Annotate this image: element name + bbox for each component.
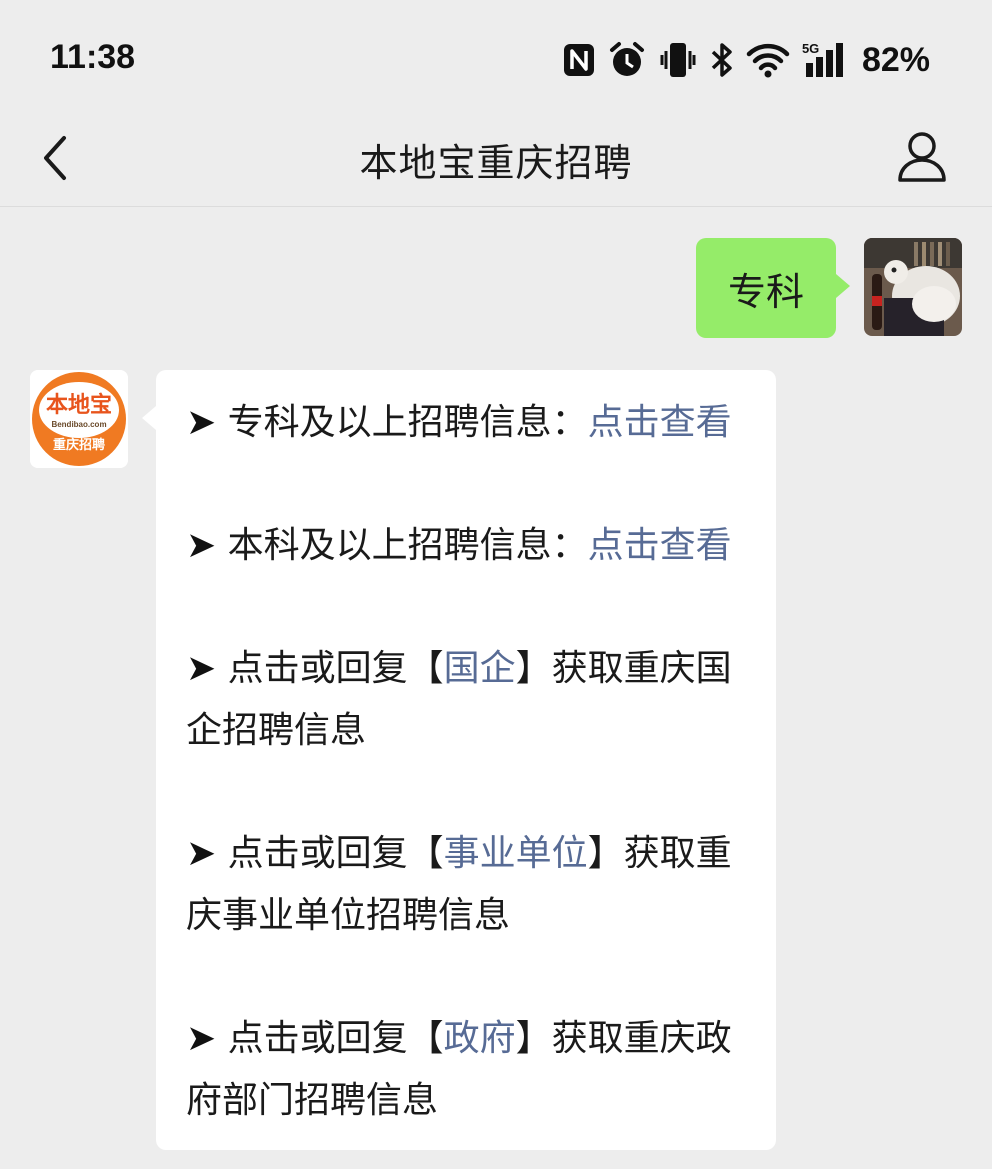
- logo-sub-text: 重庆招聘: [53, 437, 105, 453]
- received-message-row: 本地宝 Bendibao.com 重庆招聘 ➤ 专科及以上招聘信息：点击查看 ➤…: [30, 370, 776, 1150]
- message-item-text: 点击或回复【: [227, 648, 444, 689]
- message-item-text: 专科及以上招聘信息：: [227, 402, 588, 443]
- zhengfu-link[interactable]: 政府: [444, 1018, 516, 1059]
- cellular-signal-icon: 5G: [802, 41, 848, 79]
- guoqi-link[interactable]: 国企: [444, 648, 516, 689]
- status-time: 11:38: [50, 38, 136, 76]
- sent-message-text: 专科: [727, 269, 804, 314]
- battery-level: 82%: [861, 40, 930, 79]
- view-link[interactable]: 点击查看: [588, 402, 732, 443]
- shiye-danwei-link[interactable]: 事业单位: [444, 833, 588, 874]
- arrow-icon: ➤: [186, 525, 217, 566]
- message-item-text: 点击或回复【: [227, 833, 444, 874]
- view-link[interactable]: 点击查看: [588, 525, 732, 566]
- nfc-icon: [563, 44, 594, 76]
- nav-bar: 本地宝重庆招聘: [0, 110, 992, 207]
- received-message-bubble: ➤ 专科及以上招聘信息：点击查看 ➤ 本科及以上招聘信息：点击查看 ➤ 点击或回…: [142, 370, 776, 1150]
- message-item-benke: ➤ 本科及以上招聘信息：点击查看: [186, 515, 746, 577]
- arrow-icon: ➤: [186, 833, 217, 874]
- arrow-icon: ➤: [186, 1018, 217, 1059]
- message-item-guoqi: ➤ 点击或回复【国企】获取重庆国企招聘信息: [186, 638, 746, 762]
- bendibao-logo-icon: 本地宝 Bendibao.com 重庆招聘: [30, 370, 128, 468]
- bendibao-avatar[interactable]: 本地宝 Bendibao.com 重庆招聘: [30, 370, 128, 468]
- message-item-text: 本科及以上招聘信息：: [227, 525, 588, 566]
- wifi-icon: [746, 43, 790, 78]
- message-item-text: 点击或回复【: [227, 1018, 444, 1059]
- chat-title: 本地宝重庆招聘: [359, 141, 633, 185]
- logo-url-text: Bendibao.com: [51, 420, 106, 429]
- user-avatar-image: [864, 238, 962, 336]
- status-icons: 5G 82%: [562, 38, 930, 82]
- arrow-icon: ➤: [186, 402, 217, 443]
- vibrate-icon: [660, 43, 696, 77]
- message-item-shiye: ➤ 点击或回复【事业单位】获取重庆事业单位招聘信息: [186, 823, 746, 947]
- bluetooth-icon: [711, 43, 732, 77]
- user-avatar[interactable]: [864, 238, 962, 336]
- sent-message-bubble[interactable]: 专科: [695, 238, 851, 338]
- message-item-zhengfu: ➤ 点击或回复【政府】获取重庆政府部门招聘信息: [186, 1008, 746, 1132]
- message-item-zhuanke: ➤ 专科及以上招聘信息：点击查看: [186, 392, 746, 454]
- status-bar: 11:38 5G 82%: [0, 0, 992, 110]
- profile-button[interactable]: [896, 126, 948, 186]
- alarm-icon: [609, 42, 644, 76]
- arrow-icon: ➤: [186, 648, 217, 689]
- sent-message-row: 专科: [695, 238, 962, 338]
- logo-brand-text: 本地宝: [46, 392, 112, 418]
- person-icon: [898, 132, 946, 182]
